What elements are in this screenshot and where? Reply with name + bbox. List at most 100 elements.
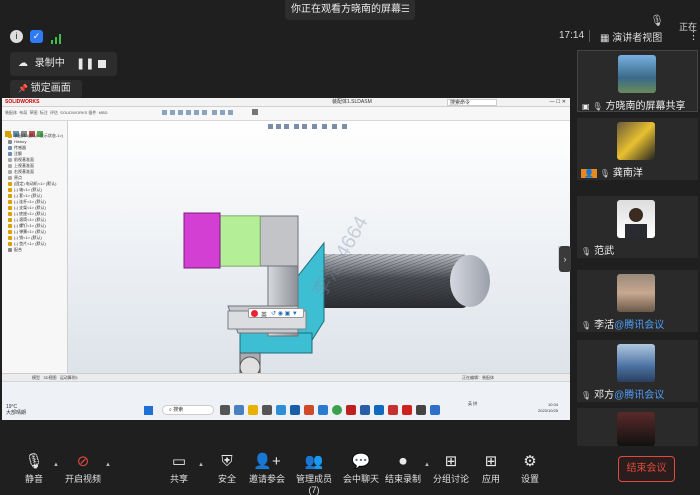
- participant-tile[interactable]: ▣ 🎙 方晓南的屏幕共享: [577, 50, 698, 112]
- tree-item[interactable]: (-) 弹簧<1> (默认): [8, 229, 66, 234]
- taskbar-clock[interactable]: 10:04 2023/10/25: [538, 402, 558, 414]
- floating-ime-toolbar[interactable]: 英 ↺ ◉ ▣ ▼: [248, 308, 304, 319]
- participant-name: 龚南洋: [612, 168, 643, 179]
- cmd-tab[interactable]: MBD: [99, 110, 108, 115]
- status-tab[interactable]: 3D视图: [43, 375, 56, 380]
- tree-item[interactable]: 注解: [8, 151, 66, 156]
- info-icon[interactable]: i: [10, 30, 23, 43]
- participant-tile[interactable]: 🎙 李活@腾讯会议: [577, 270, 698, 332]
- apps-button[interactable]: ⊞ 应用: [478, 452, 504, 485]
- cmd-tab[interactable]: 草图: [29, 110, 37, 115]
- tree-item[interactable]: (-) 轴<1> (默认): [8, 187, 66, 192]
- tree-item[interactable]: (-) 滚筒<1> (默认): [8, 217, 66, 222]
- chevron-up-icon[interactable]: ▲: [198, 462, 204, 468]
- weather-widget[interactable]: 19°C 大部晴朗: [6, 404, 26, 416]
- breakout-button[interactable]: ⊞ 分组讨论: [432, 452, 470, 485]
- tree-item[interactable]: (-) 螺钉<1> (默认): [8, 223, 66, 228]
- mic-muted-icon: 🎙: [581, 391, 592, 400]
- search-commands[interactable]: 搜索命令: [447, 99, 497, 106]
- graphics-area[interactable]: 李活 4664 英 ↺ ◉ ▣ ▼: [68, 121, 570, 378]
- tree-item[interactable]: (-) 连杆<1> (默认): [8, 199, 66, 204]
- chevron-up-icon[interactable]: ▲: [53, 462, 59, 468]
- members-icon: 👥: [304, 453, 324, 470]
- settings-button[interactable]: ⚙ 设置: [517, 452, 543, 485]
- start-video-button[interactable]: ⊘ 开启视频: [64, 452, 102, 485]
- add-user-icon: 👤+: [253, 453, 281, 470]
- participant-tile[interactable]: 🎙 范武: [577, 196, 698, 258]
- tree-item[interactable]: 装配体1(默认<显示状态-1>): [8, 133, 66, 138]
- participant-name: 方晓南的屏幕共享: [605, 101, 686, 112]
- cmd-tab[interactable]: 布局: [19, 110, 27, 115]
- tree-item[interactable]: History: [8, 139, 66, 144]
- participant-tile[interactable]: 👤 🎙 龚南洋: [577, 118, 698, 180]
- status-tab[interactable]: 模型: [32, 375, 40, 380]
- breakout-label: 分组讨论: [432, 474, 469, 484]
- avatar: [617, 344, 655, 382]
- end-meeting-button[interactable]: 结束会议: [618, 456, 675, 482]
- cmd-tab[interactable]: 标注: [40, 110, 48, 115]
- tree-item[interactable]: 配合: [8, 247, 66, 252]
- lock-screen-label: 锁定画面: [30, 83, 71, 94]
- chat-button[interactable]: 💬 会中聊天: [342, 452, 380, 485]
- tree-item[interactable]: 右视基准面: [8, 169, 66, 174]
- tree-item[interactable]: 传感器: [8, 145, 66, 150]
- participant-name: 李活: [594, 320, 615, 331]
- mic-icon: 🎙: [592, 102, 603, 111]
- cmd-tab[interactable]: SOLIDWORKS 插件: [60, 110, 96, 115]
- recording-label: 录制中: [34, 58, 65, 69]
- tree-item[interactable]: 上视基准面: [8, 163, 66, 168]
- chevron-up-icon[interactable]: ▲: [105, 462, 111, 468]
- video-label: 开启视频: [64, 474, 101, 484]
- security-label: 安全: [217, 474, 236, 484]
- stop-recording-button[interactable]: ⏺ 结束录制: [384, 452, 422, 485]
- stop-record-label: 结束录制: [384, 474, 421, 484]
- apps-label: 应用: [481, 474, 500, 484]
- mute-button[interactable]: 🎙 静音: [20, 452, 48, 485]
- shield-icon[interactable]: ✓: [30, 30, 43, 43]
- mic-muted-icon: 🎙: [581, 321, 592, 330]
- divider: [589, 30, 590, 42]
- tree-item[interactable]: (-) 套<1> (默认): [8, 193, 66, 198]
- mic-icon: 🎙: [24, 453, 44, 470]
- cmd-tab[interactable]: 评估: [50, 110, 58, 115]
- participant-tag: @腾讯会议: [614, 390, 665, 401]
- participant-tile[interactable]: 🎙 邓方@腾讯会议: [577, 340, 698, 402]
- speaker-view-button[interactable]: ▦ 演讲者视图: [600, 29, 662, 44]
- pause-icon[interactable]: ❚❚: [76, 52, 94, 76]
- cmd-tab[interactable]: 装配体: [5, 110, 17, 115]
- windows-taskbar: [2, 381, 570, 420]
- share-button[interactable]: ▭ 共享: [166, 452, 192, 485]
- more-icon[interactable]: ⋮: [688, 29, 699, 42]
- tree-item[interactable]: (-) 销<1> (默认): [8, 235, 66, 240]
- menu-icon[interactable]: ☰: [401, 0, 410, 20]
- tree-item[interactable]: 原点: [8, 175, 66, 180]
- tree-tabs: [5, 124, 65, 137]
- participant-tile[interactable]: [577, 408, 698, 446]
- collapse-panel-button[interactable]: ›: [559, 246, 571, 272]
- manage-members-button[interactable]: 👥 管理成员(7): [292, 452, 336, 495]
- lock-screen-button[interactable]: 📌 锁定画面: [10, 80, 82, 98]
- speaker-view-label: 演讲者视图: [612, 33, 663, 44]
- tree-item[interactable]: (固定) 电动机<1> (默认): [8, 181, 66, 186]
- avatar: [617, 200, 655, 238]
- feature-tree: 装配体1(默认<显示状态-1>) History 传感器 注解 前视基准面 上视…: [2, 121, 68, 373]
- security-button[interactable]: ⛨ 安全: [214, 452, 240, 485]
- window-controls[interactable]: — ☐ ✕: [550, 98, 566, 107]
- tree-item[interactable]: (-) 支架<1> (默认): [8, 205, 66, 210]
- tree-item[interactable]: (-) 底座<1> (默认): [8, 211, 66, 216]
- sw-status-bar: 模型 3D视图 运动算例1 正在编辑：装配体: [2, 373, 570, 381]
- invite-button[interactable]: 👤+ 邀请参会: [248, 452, 286, 485]
- stop-icon[interactable]: [98, 60, 106, 68]
- taskbar-search[interactable]: ⌕ 搜索: [162, 405, 214, 415]
- tree-item[interactable]: 前视基准面: [8, 157, 66, 162]
- status-tab[interactable]: 运动算例1: [60, 375, 78, 380]
- chevron-up-icon[interactable]: ▲: [424, 462, 430, 468]
- user-badge-icon: 👤: [581, 169, 597, 178]
- invite-label: 邀请参会: [248, 474, 285, 484]
- input-language[interactable]: 英 拼: [468, 401, 477, 407]
- tree-item[interactable]: (-) 垫片<1> (默认): [8, 241, 66, 246]
- ime-logo-icon: [251, 310, 258, 317]
- shared-screen[interactable]: SOLIDWORKS 装配体1.SLDASM 搜索命令 — ☐ ✕ 装配体 布局…: [2, 98, 570, 420]
- grid-icon: ▦: [600, 33, 610, 44]
- assembly-model: 李活 4664: [183, 124, 568, 378]
